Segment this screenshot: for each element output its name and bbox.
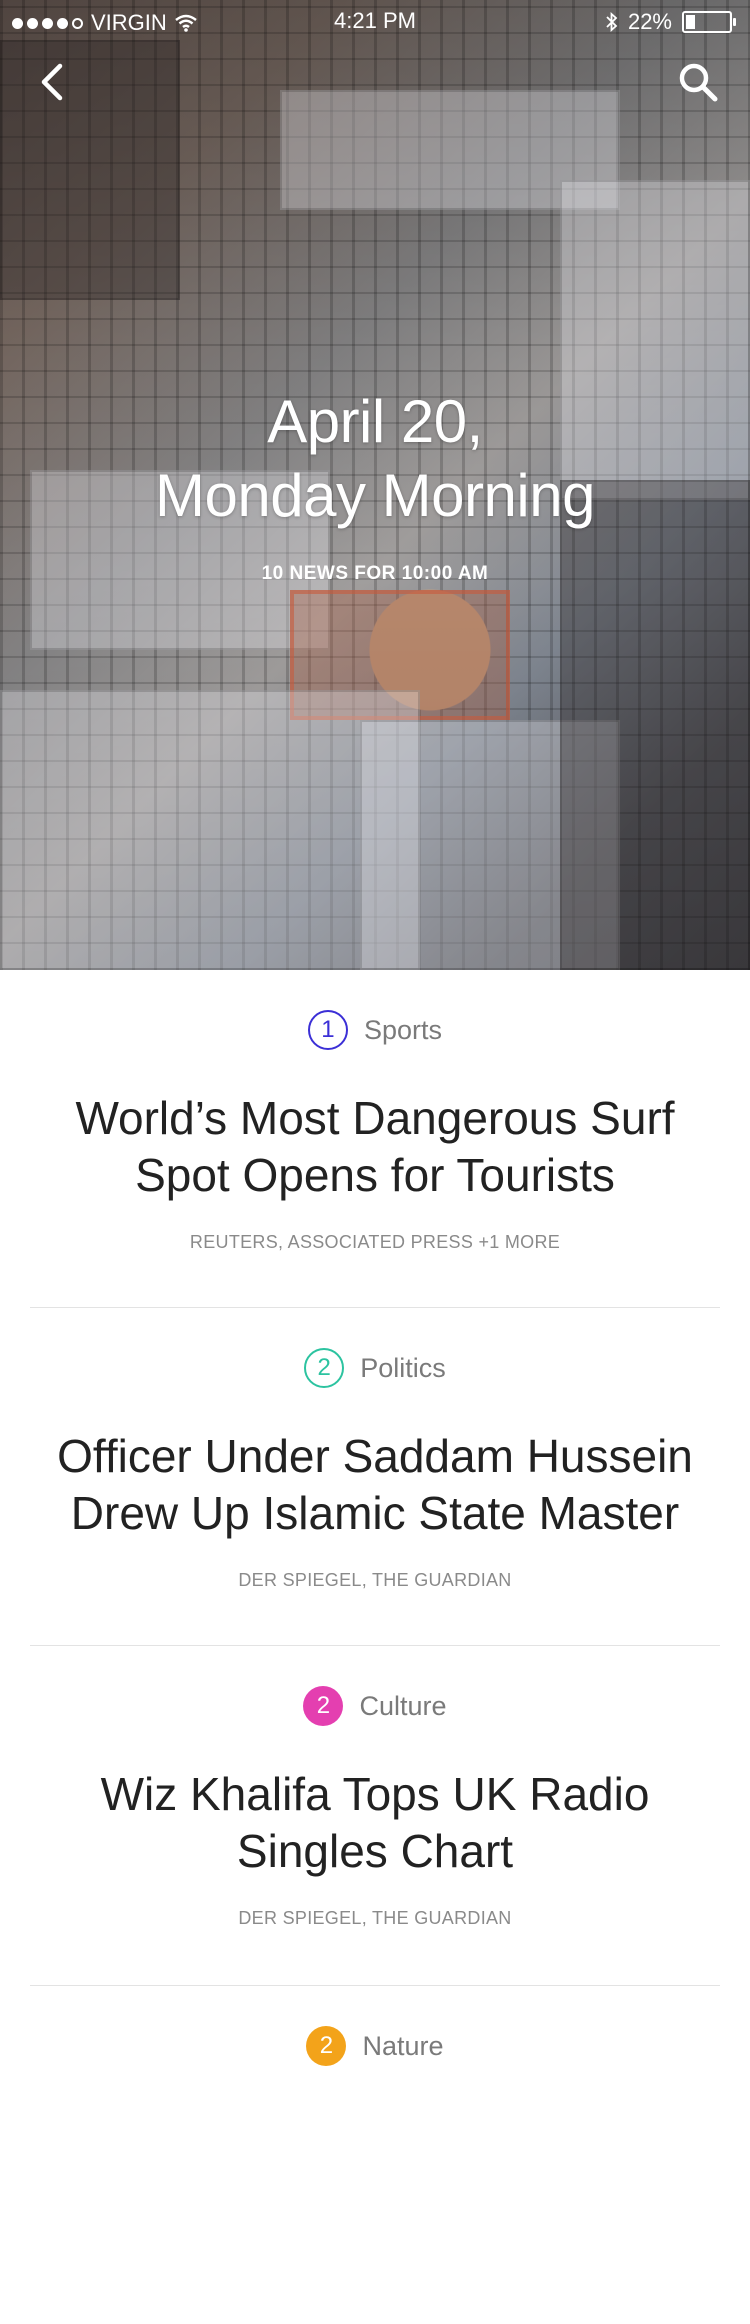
category-label: Sports [363,1014,443,1045]
news-item[interactable]: 1 Sports World’s Most Dangerous Surf Spo… [0,970,750,1308]
news-headline[interactable]: Officer Under Saddam Hussein Drew Up Isl… [40,1428,710,1542]
back-button[interactable] [34,62,74,102]
hero-title-line2: Monday Morning [155,462,595,529]
news-number-badge: 2 [304,1348,345,1388]
status-bar: VIRGIN 4:21 PM 22% [0,0,750,44]
news-item[interactable]: 2 Culture Wiz Khalifa Tops UK Radio Sing… [0,1646,750,1986]
category-label: Nature [362,2030,444,2061]
hero-title-line1: April 20, [267,388,483,455]
bluetooth-icon [606,12,618,32]
category-row: 1 Sports [0,1010,750,1050]
status-right: 22% [606,9,736,35]
hero-title: April 20, Monday Morning [0,385,750,533]
news-sources: DER SPIEGEL, THE GUARDIAN [238,1908,512,1928]
news-number-badge: 1 [307,1010,348,1050]
search-button[interactable] [678,62,718,102]
news-sources: DER SPIEGEL, THE GUARDIAN [238,1570,512,1590]
battery-icon [682,11,736,33]
category-row: 2 Politics [0,1348,750,1388]
category-row: 2 Culture [0,1686,750,1726]
news-number-badge: 2 [303,1686,344,1726]
hero-image-decoration [0,690,420,970]
search-icon [679,63,718,102]
chevron-left-icon [41,63,63,101]
battery-level [686,15,695,29]
hero-image-decoration [0,40,180,300]
news-sources: REUTERS, ASSOCIATED PRESS +1 MORE [189,1232,561,1252]
news-item[interactable]: 2 Politics Officer Under Saddam Hussein … [0,1308,750,1646]
hero-image-decoration [560,480,750,970]
news-number-badge: 2 [306,2026,347,2066]
news-headline[interactable]: Wiz Khalifa Tops UK Radio Singles Chart [40,1766,710,1880]
category-label: Culture [359,1690,447,1721]
news-list: 1 Sports World’s Most Dangerous Surf Spo… [0,970,750,2324]
battery-percent: 22% [627,9,672,34]
category-row: 2 Nature [0,2026,750,2066]
category-label: Politics [360,1352,446,1383]
hero-image: VIRGIN 4:21 PM 22% April 20, Monday Morn… [0,0,750,970]
news-item[interactable]: 2 Nature [0,1986,750,2324]
hero-subtitle: 10 NEWS FOR 10:00 AM [261,563,489,584]
news-headline[interactable]: World’s Most Dangerous Surf Spot Opens f… [40,1090,710,1204]
